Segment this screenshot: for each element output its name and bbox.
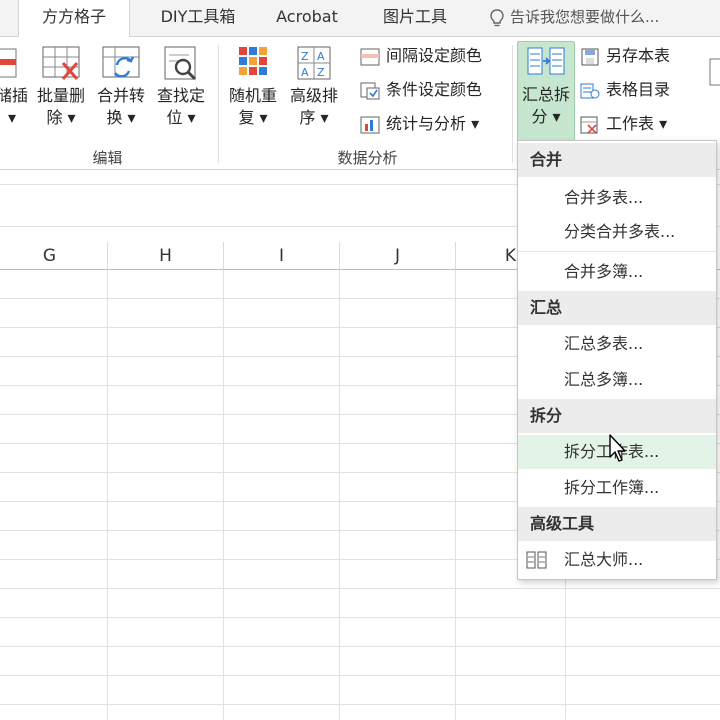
analysis-group-label: 数据分析: [337, 149, 398, 167]
tell-me-box[interactable]: 告诉我您想要做什么...: [490, 0, 659, 36]
worksheet-icon: [580, 116, 598, 134]
row-line: [0, 588, 720, 589]
find-locate-label: 查找定: [156, 86, 205, 105]
worksheet-button[interactable]: 工作表 ▾: [580, 111, 667, 137]
row-line: [0, 617, 720, 618]
menu-header-summary: 汇总: [518, 291, 716, 325]
column-line: [455, 270, 456, 720]
summary-master-icon: [526, 551, 547, 569]
menu-item-category-merge-sheets[interactable]: 分类合并多表...: [518, 215, 716, 249]
menu-item-split-workbook[interactable]: 拆分工作簿...: [518, 471, 716, 505]
edit-group-label: 编辑: [92, 149, 123, 167]
menu-item-summary-sheets[interactable]: 汇总多表...: [518, 327, 716, 361]
menu-header-advanced: 高级工具: [518, 507, 716, 541]
table-catalog-label: 表格目录: [606, 80, 671, 99]
save-sheet-button[interactable]: 另存本表: [580, 43, 670, 69]
interval-color-icon: [360, 48, 380, 65]
column-line: [339, 270, 340, 720]
column-header-i[interactable]: I: [224, 242, 340, 270]
lightbulb-icon: [490, 8, 504, 26]
column-header-g[interactable]: G: [0, 242, 108, 270]
batch-delete-arrow: 除 ▾: [46, 108, 76, 127]
svg-text:Z: Z: [317, 66, 325, 79]
condition-color-label: 条件设定颜色: [386, 80, 483, 99]
find-icon: [164, 46, 197, 81]
insert-arrow: ▾: [7, 108, 17, 127]
interval-color-button[interactable]: 间隔设定颜色: [360, 43, 482, 69]
save-sheet-label: 另存本表: [606, 46, 671, 65]
tab-fangfang[interactable]: 方方格子: [18, 0, 130, 37]
sort-az-icon: Z AA Z: [297, 46, 331, 80]
group-separator: [218, 45, 219, 163]
random-blocks-icon: [239, 47, 267, 75]
menu-header-split: 拆分: [518, 399, 716, 433]
mouse-pointer-icon: [609, 434, 626, 462]
find-locate-arrow: 位 ▾: [166, 108, 196, 127]
svg-text:Z: Z: [301, 50, 309, 63]
worksheet-label: 工作表 ▾: [606, 114, 668, 133]
summary-split-icon: [527, 47, 565, 75]
advanced-sort-arrow: 序 ▾: [299, 108, 329, 127]
row-line: [0, 675, 720, 676]
table-icon: [709, 58, 720, 86]
statistics-analysis-button[interactable]: 统计与分析 ▾: [360, 111, 479, 137]
insert-label: 储插: [0, 86, 28, 105]
statistics-icon: [360, 116, 380, 133]
merge-convert-arrow: 换 ▾: [106, 108, 136, 127]
batch-delete-label: 批量删: [36, 86, 85, 105]
merge-convert-icon: [102, 46, 140, 78]
summary-master-label: 汇总大师...: [564, 550, 644, 569]
advanced-sort-button[interactable]: ZAAZ 高级排 序 ▾: [286, 43, 342, 129]
insert-button[interactable]: 储插 ▾: [0, 43, 30, 129]
menu-item-merge-workbooks[interactable]: 合并多簿...: [518, 255, 716, 289]
menu-item-summary-workbooks[interactable]: 汇总多簿...: [518, 363, 716, 397]
menu-item-merge-sheets[interactable]: 合并多表...: [518, 181, 716, 215]
random-repeat-button[interactable]: 随机重 复 ▾: [225, 43, 281, 129]
tab-picture-tools[interactable]: 图片工具: [370, 0, 460, 36]
delete-grid-icon: [42, 46, 80, 80]
svg-text:A: A: [317, 50, 325, 63]
column-line: [223, 270, 224, 720]
random-repeat-arrow: 复 ▾: [238, 108, 268, 127]
column-line: [107, 270, 108, 720]
tab-diy-toolbox[interactable]: DIY工具箱: [138, 0, 258, 36]
batch-delete-button[interactable]: 批量删 除 ▾: [33, 43, 89, 129]
merge-convert-label: 合并转: [96, 86, 145, 105]
random-repeat-label: 随机重: [228, 86, 277, 105]
interval-color-label: 间隔设定颜色: [386, 46, 483, 65]
summary-split-label: 汇总拆: [521, 85, 570, 104]
condition-color-icon: [360, 82, 380, 99]
find-locate-button[interactable]: 查找定 位 ▾: [153, 43, 209, 129]
tab-acrobat[interactable]: Acrobat: [262, 0, 352, 36]
svg-text:A: A: [301, 66, 309, 79]
row-line: [0, 646, 720, 647]
summary-split-menu: 合并 合并多表... 分类合并多表... 合并多簿... 汇总 汇总多表... …: [517, 140, 717, 580]
menu-separator: [518, 251, 716, 252]
advanced-sort-label: 高级排: [289, 86, 338, 105]
ribbon-tab-bar: 方方格子 DIY工具箱 Acrobat 图片工具 告诉我您想要做什么...: [0, 0, 720, 37]
tell-me-text: 告诉我您想要做什么...: [510, 8, 660, 26]
table-catalog-button[interactable]: 表格目录: [580, 77, 670, 103]
condition-color-button[interactable]: 条件设定颜色: [360, 77, 482, 103]
summary-split-arrow: 分 ▾: [531, 107, 561, 126]
row-line: [0, 704, 720, 705]
insert-icon: [0, 48, 17, 78]
menu-header-merge: 合并: [518, 143, 716, 177]
menu-item-summary-master[interactable]: 汇总大师...: [518, 543, 716, 577]
merge-convert-button[interactable]: 合并转 换 ▾: [93, 43, 149, 129]
group-separator: [512, 45, 513, 163]
column-header-h[interactable]: H: [108, 242, 224, 270]
summary-split-button[interactable]: 汇总拆 分 ▾: [517, 41, 575, 141]
statistics-analysis-label: 统计与分析 ▾: [386, 114, 480, 133]
catalog-icon: [580, 83, 600, 98]
column-header-j[interactable]: J: [340, 242, 456, 270]
save-icon: [581, 48, 599, 65]
